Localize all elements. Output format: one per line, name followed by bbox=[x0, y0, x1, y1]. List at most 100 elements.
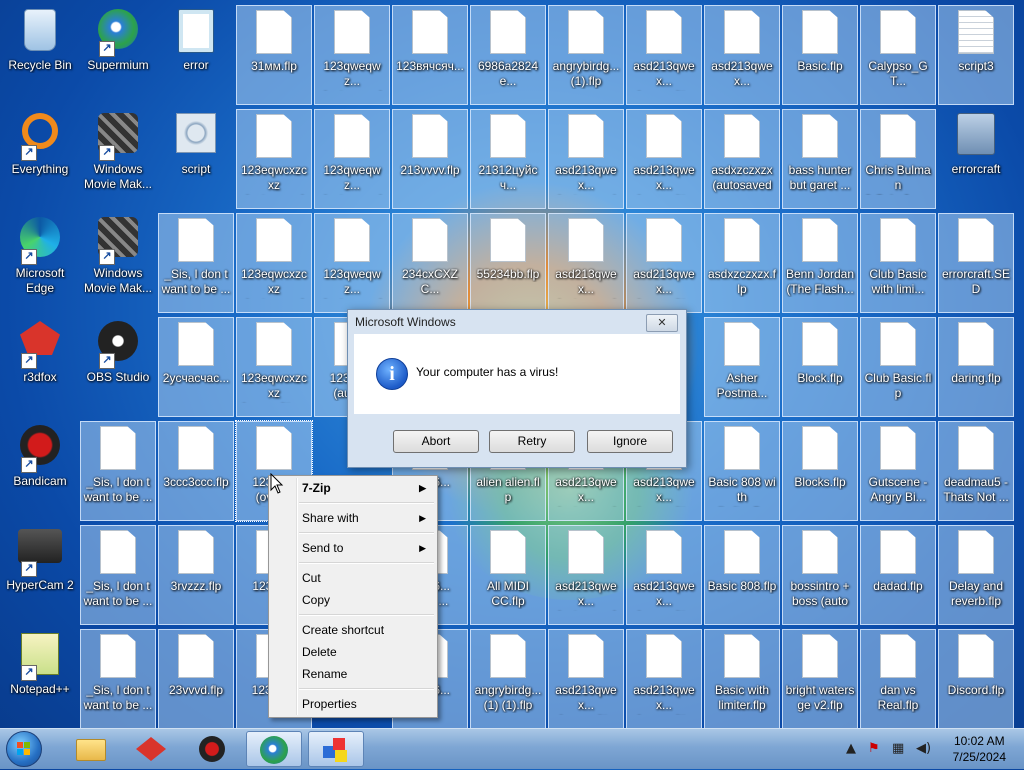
desktop-file[interactable]: asd213qwex... (overwritten... bbox=[626, 5, 702, 105]
desktop-file[interactable]: deadmau5 - Thats Not ... bbox=[938, 421, 1014, 521]
desktop-file[interactable]: asd213qwex... bbox=[704, 5, 780, 105]
desktop-shortcut[interactable]: Recycle Bin bbox=[2, 5, 78, 105]
desktop-file[interactable]: errorcraft.SED bbox=[938, 213, 1014, 313]
taskbar-explorer-button[interactable] bbox=[62, 731, 118, 767]
desktop-file[interactable]: 123qweqwz... (autosaved ... bbox=[314, 213, 390, 313]
desktop-file[interactable]: angrybirdg... (1).flp bbox=[548, 5, 624, 105]
desktop-file[interactable]: asd213qwex... (overwritten... bbox=[548, 629, 624, 729]
desktop-file[interactable]: Calypso_GT... bbox=[860, 5, 936, 105]
action-center-icon[interactable]: ⚑ bbox=[868, 741, 880, 756]
desktop-file[interactable]: Basic with limiter.flp bbox=[704, 629, 780, 729]
desktop-file[interactable]: angrybirdg... (1) (1).flp bbox=[470, 629, 546, 729]
desktop-shortcut[interactable]: script bbox=[158, 109, 234, 209]
network-icon[interactable]: ▦ bbox=[892, 741, 904, 756]
desktop-file[interactable]: Basic 808 with limiter.flp bbox=[704, 421, 780, 521]
desktop-file[interactable]: 213vvvv.flp bbox=[392, 109, 468, 209]
taskbar-r3dfox-button[interactable] bbox=[124, 731, 180, 767]
desktop-file[interactable]: Discord.flp bbox=[938, 629, 1014, 729]
desktop-file[interactable]: Gutscene - Angry Bi... bbox=[860, 421, 936, 521]
desktop-shortcut[interactable]: ↗ r3dfox bbox=[2, 317, 78, 417]
desktop-file[interactable]: Delay and reverb.flp bbox=[938, 525, 1014, 625]
desktop-file[interactable]: 31мм.flp bbox=[236, 5, 312, 105]
ignore-button[interactable]: Ignore bbox=[587, 430, 673, 453]
desktop-file[interactable]: 23vvvd.flp bbox=[158, 629, 234, 729]
clock[interactable]: 10:02 AM 7/25/2024 bbox=[953, 733, 1006, 765]
desktop-file[interactable]: All MIDI CC.flp bbox=[470, 525, 546, 625]
menu-item-cut[interactable]: Cut bbox=[302, 569, 432, 587]
desktop-shortcut[interactable]: ↗ Notepad++ bbox=[2, 629, 78, 729]
desktop-file[interactable]: 3rvzzz.flp bbox=[158, 525, 234, 625]
desktop-file[interactable]: 2ycчасчас... bbox=[158, 317, 234, 417]
desktop-file[interactable]: asd213qwex... (overwritten... bbox=[626, 629, 702, 729]
desktop-file[interactable]: Blocks.flp bbox=[782, 421, 858, 521]
desktop-file[interactable]: Chris Bulman & Saju Jag... bbox=[860, 109, 936, 209]
desktop-file[interactable]: asdxzczxzx.flp bbox=[704, 213, 780, 313]
dialog-close-button[interactable]: ✕ bbox=[646, 314, 678, 332]
taskbar-bandicam-button[interactable] bbox=[186, 731, 242, 767]
desktop-file[interactable]: asd213qwex... (autosaved ... bbox=[548, 525, 624, 625]
desktop-shortcut[interactable]: ↗ OBS Studio bbox=[80, 317, 156, 417]
desktop-file[interactable]: asdxzczxzx (autosaved ... bbox=[704, 109, 780, 209]
desktop-file[interactable]: asd213qwex... (overwritten... bbox=[626, 525, 702, 625]
desktop-file[interactable]: 6986a2824e... bbox=[470, 5, 546, 105]
desktop-shortcut[interactable]: errorcraft bbox=[938, 109, 1014, 209]
menu-item-rename[interactable]: Rename bbox=[302, 665, 432, 683]
desktop-file[interactable]: Club Basic.flp bbox=[860, 317, 936, 417]
desktop-shortcut[interactable]: ↗ HyperCam 2 bbox=[2, 525, 78, 625]
desktop-shortcut[interactable]: ↗ Everything bbox=[2, 109, 78, 209]
menu-item-create-shortcut[interactable]: Create shortcut bbox=[302, 621, 432, 639]
desktop-shortcut[interactable]: ↗ Bandicam bbox=[2, 421, 78, 521]
desktop-file[interactable]: Block.flp bbox=[782, 317, 858, 417]
desktop-file[interactable]: _Sis, I don t want to be ... bbox=[80, 629, 156, 729]
desktop-file[interactable]: 123qweqwz... (autosaved ... bbox=[314, 109, 390, 209]
desktop-file[interactable]: 123eqwcxzcxz (autosaved ... bbox=[236, 213, 312, 313]
desktop-file[interactable]: 21312цуйсч... bbox=[470, 109, 546, 209]
desktop-file[interactable]: Club Basic with limi... bbox=[860, 213, 936, 313]
desktop-file[interactable]: _Sis, I don t want to be ... bbox=[80, 525, 156, 625]
desktop-file[interactable]: Basic 808.flp bbox=[704, 525, 780, 625]
icon-label: asdxzczxzx (autosaved ... bbox=[711, 163, 773, 195]
desktop-shortcut[interactable]: ↗ Windows Movie Mak... bbox=[80, 213, 156, 313]
menu-item-properties[interactable]: Properties bbox=[302, 695, 432, 713]
desktop-file[interactable]: asd213qwex... (autosaved ... bbox=[548, 213, 624, 313]
volume-icon[interactable]: ◀) bbox=[916, 741, 931, 756]
abort-button[interactable]: Abort bbox=[393, 430, 479, 453]
menu-item-share-with[interactable]: Share with ▶ bbox=[302, 509, 432, 527]
desktop-file[interactable]: asd213qwex... (overwritten... bbox=[626, 213, 702, 313]
desktop-shortcut[interactable]: error bbox=[158, 5, 234, 105]
desktop-file[interactable]: asd213qwex... (overwritten... bbox=[626, 109, 702, 209]
start-button[interactable] bbox=[6, 731, 42, 767]
desktop-file[interactable]: script3 bbox=[938, 5, 1014, 105]
retry-button[interactable]: Retry bbox=[489, 430, 575, 453]
desktop-file[interactable]: 55234bb.flp bbox=[470, 213, 546, 313]
desktop-file[interactable]: asd213qwex... (autosaved ... bbox=[548, 109, 624, 209]
desktop-file[interactable]: dadad.flp bbox=[860, 525, 936, 625]
desktop-shortcut[interactable]: ↗ Microsoft Edge bbox=[2, 213, 78, 313]
desktop-file[interactable]: 234cxCXZC... bbox=[392, 213, 468, 313]
menu-item-send-to[interactable]: Send to ▶ bbox=[302, 539, 432, 557]
desktop-shortcut[interactable]: ↗ Supermium bbox=[80, 5, 156, 105]
desktop-shortcut[interactable]: ↗ Windows Movie Mak... bbox=[80, 109, 156, 209]
desktop-file[interactable]: bright waters ge v2.flp bbox=[782, 629, 858, 729]
menu-item-7zip[interactable]: 7-Zip ▶ bbox=[302, 479, 432, 497]
desktop-file[interactable]: 123вячсяч... bbox=[392, 5, 468, 105]
desktop-file[interactable]: Basic.flp bbox=[782, 5, 858, 105]
desktop-file[interactable]: dan vs Real.flp bbox=[860, 629, 936, 729]
desktop-file[interactable]: 123qweqwz... (autosaved ... bbox=[314, 5, 390, 105]
desktop-file[interactable]: bossintro + boss (autos... bbox=[782, 525, 858, 625]
menu-item-copy[interactable]: Copy bbox=[302, 591, 432, 609]
desktop-file[interactable]: Benn Jordan (The Flash... bbox=[782, 213, 858, 313]
show-hidden-icons-icon[interactable]: ▲ bbox=[846, 741, 856, 756]
taskbar-supermium-button[interactable] bbox=[246, 731, 302, 767]
desktop-file[interactable]: 123eqwcxzcxz (autosaved ... bbox=[236, 109, 312, 209]
desktop-file[interactable]: bass hunter but garet ... bbox=[782, 109, 858, 209]
desktop-file[interactable]: Asher Postma... bbox=[704, 317, 780, 417]
desktop-file[interactable]: 123eqwcxzcxz (overwritte... bbox=[236, 317, 312, 417]
taskbar-hypercam-button[interactable] bbox=[308, 731, 364, 767]
desktop-file[interactable]: daring.flp bbox=[938, 317, 1014, 417]
file-icon bbox=[563, 634, 609, 680]
menu-item-delete[interactable]: Delete bbox=[302, 643, 432, 661]
desktop-file[interactable]: _Sis, I don t want to be ... bbox=[158, 213, 234, 313]
desktop-file[interactable]: 3ccc3ccc.flp bbox=[158, 421, 234, 521]
desktop-file[interactable]: _Sis, I don t want to be ... bbox=[80, 421, 156, 521]
